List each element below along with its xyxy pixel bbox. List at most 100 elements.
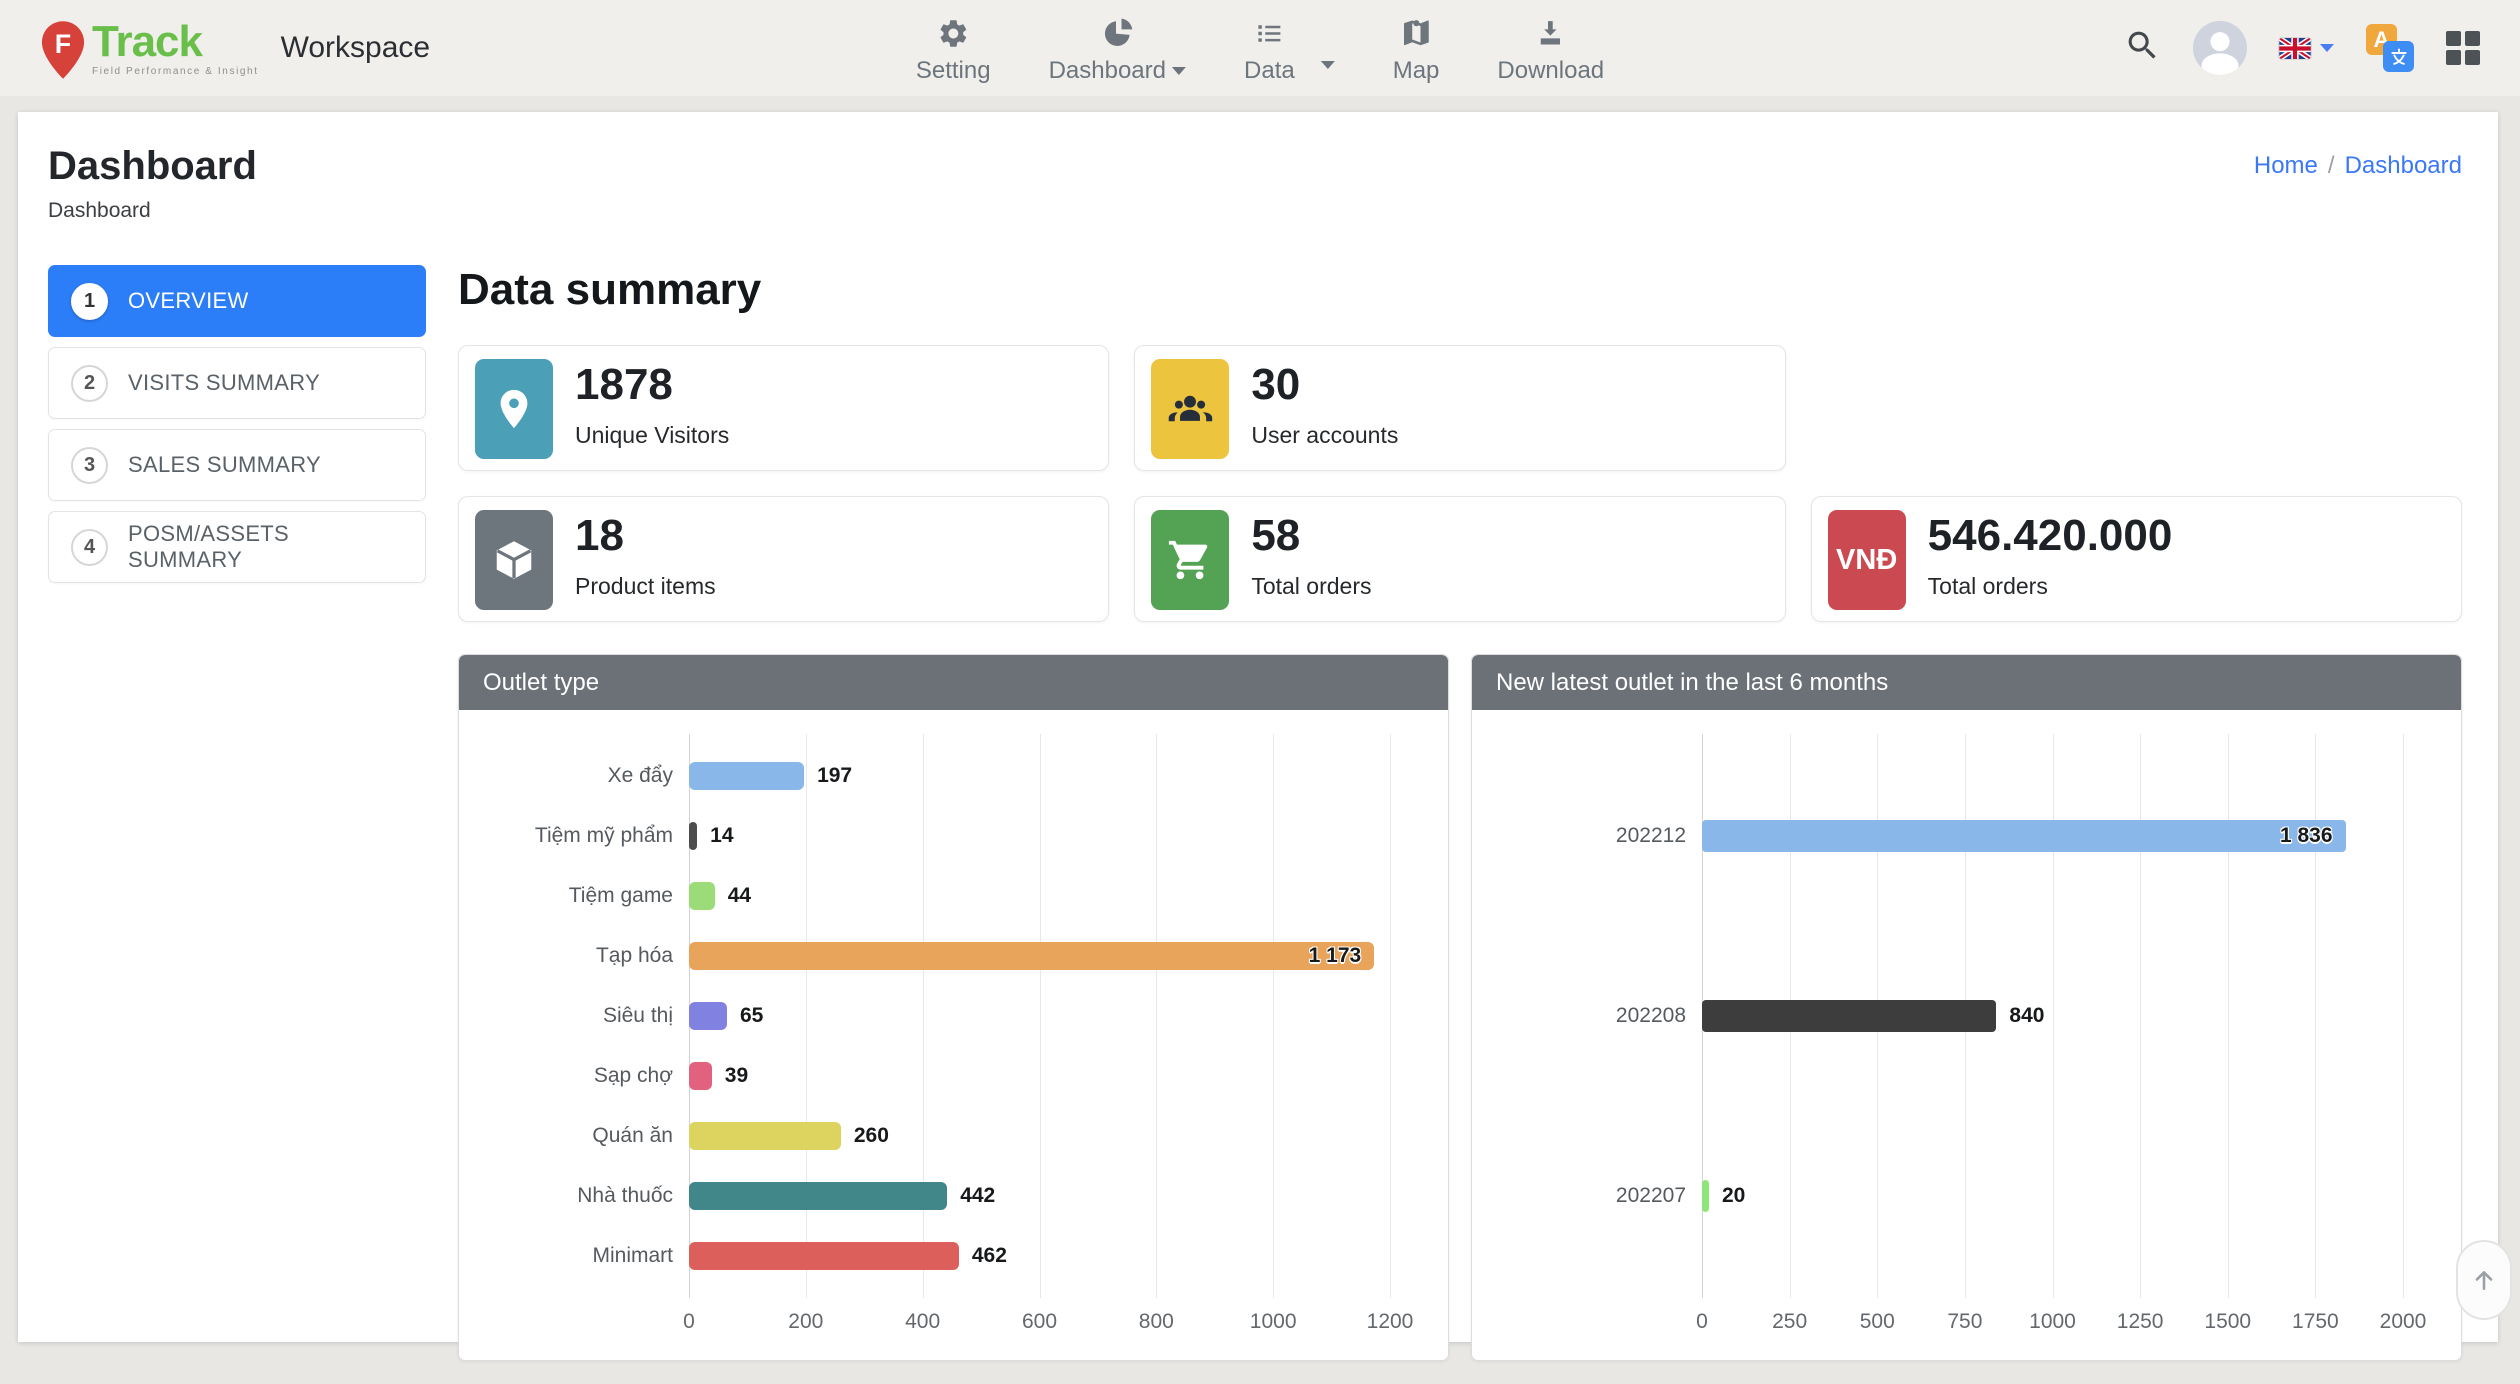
stat-value: 58: [1251, 514, 1371, 558]
arrow-up-icon: [2471, 1267, 2497, 1293]
bar-value-label: 14: [710, 824, 733, 848]
bar-Siêu thị[interactable]: 65: [689, 1002, 727, 1030]
chart-category-label: Minimart: [483, 1226, 673, 1286]
bar-202212[interactable]: 1 836: [1702, 820, 2346, 852]
search-icon[interactable]: [2124, 27, 2161, 69]
bar-value-label: 20: [1722, 1184, 1745, 1208]
chart-bar-row: 39: [689, 1046, 1390, 1106]
bar-Xe đẩy[interactable]: 197: [689, 762, 804, 790]
stat-label: Unique Visitors: [575, 422, 729, 449]
x-axis-tick-label: 600: [1022, 1310, 1057, 1334]
nav-item-download[interactable]: Download: [1497, 11, 1604, 85]
nav-label-map: Map: [1393, 57, 1440, 85]
x-axis-tick-label: 1000: [2029, 1310, 2076, 1334]
bar-value-label: 1 836: [2280, 824, 2333, 848]
data-dropdown-caret-icon[interactable]: [1321, 61, 1335, 69]
bar-value-label: 44: [728, 884, 751, 908]
download-icon: [1534, 17, 1567, 50]
bar-value-label: 840: [2009, 1004, 2044, 1028]
breadcrumb-home-link[interactable]: Home: [2254, 152, 2318, 179]
tab-sales-summary[interactable]: 3 SALES SUMMARY: [48, 429, 426, 501]
user-avatar[interactable]: [2193, 21, 2247, 75]
chart-category-label: 202207: [1496, 1106, 1686, 1286]
bar-202208[interactable]: 840: [1702, 1000, 1996, 1032]
panel-title: New latest outlet in the last 6 months: [1472, 655, 2461, 710]
chart-bar-row: 442: [689, 1166, 1390, 1226]
tab-label: POSM/ASSETS SUMMARY: [128, 521, 403, 573]
scroll-to-top-button[interactable]: [2456, 1240, 2512, 1320]
nav-item-setting[interactable]: Setting: [916, 11, 991, 85]
bar-202207[interactable]: 20: [1702, 1180, 1709, 1212]
x-axis-tick-label: 800: [1139, 1310, 1174, 1334]
tab-label: VISITS SUMMARY: [128, 370, 320, 396]
new-outlets-chart: 2022122022082022071 83684020025050075010…: [1472, 710, 2461, 1360]
main-nav: Setting Dashboard Data Map Download: [916, 0, 1604, 96]
x-axis-tick-label: 1500: [2204, 1310, 2251, 1334]
chart-category-label: Sạp chợ: [483, 1046, 673, 1106]
x-axis-tick-label: 1750: [2292, 1310, 2339, 1334]
bar-Tiệm game[interactable]: 44: [689, 882, 715, 910]
chart-bar-row: 1 173: [689, 926, 1390, 986]
bar-Tiệm mỹ phẩm[interactable]: 14: [689, 822, 697, 850]
tab-posm-assets-summary[interactable]: 4 POSM/ASSETS SUMMARY: [48, 511, 426, 583]
gridline: [1390, 734, 1391, 1298]
stat-card-unique-visitors: 1878 Unique Visitors: [458, 345, 1109, 471]
nav-item-data[interactable]: Data: [1244, 11, 1295, 85]
chart-category-label: 202208: [1496, 926, 1686, 1106]
stat-value: 1878: [575, 363, 729, 407]
tab-number-badge: 2: [71, 365, 108, 402]
tab-number-badge: 3: [71, 447, 108, 484]
x-axis: 020040060080010001200: [689, 1298, 1390, 1342]
tab-visits-summary[interactable]: 2 VISITS SUMMARY: [48, 347, 426, 419]
stat-card-total-orders: 58 Total orders: [1134, 496, 1785, 622]
x-axis-tick-label: 2000: [2380, 1310, 2427, 1334]
vnd-badge-icon: VNĐ: [1828, 510, 1906, 610]
page-content: Dashboard Dashboard Home/Dashboard 1 OVE…: [18, 112, 2498, 1342]
tab-overview[interactable]: 1 OVERVIEW: [48, 265, 426, 337]
chart-bar-row: 840: [1702, 926, 2403, 1106]
chart-category-label: 202212: [1496, 746, 1686, 926]
stat-label: Product items: [575, 573, 716, 600]
nav-item-map[interactable]: Map: [1393, 11, 1440, 85]
x-axis: 025050075010001250150017502000: [1702, 1298, 2403, 1342]
chart-category-label: Tiệm mỹ phẩm: [483, 806, 673, 866]
bar-Minimart[interactable]: 462: [689, 1242, 959, 1270]
location-pin-icon: [475, 359, 553, 459]
breadcrumb-current-link[interactable]: Dashboard: [2345, 152, 2462, 179]
page-title: Dashboard: [48, 144, 257, 189]
bar-value-label: 197: [817, 764, 852, 788]
bar-value-label: 39: [725, 1064, 748, 1088]
x-axis-tick-label: 250: [1772, 1310, 1807, 1334]
chevron-down-icon: [1172, 67, 1186, 75]
bar-Nhà thuốc[interactable]: 442: [689, 1182, 947, 1210]
logo-pin-icon: F: [40, 21, 86, 79]
bar-Sạp chợ[interactable]: 39: [689, 1062, 712, 1090]
tab-label: OVERVIEW: [128, 288, 249, 314]
apps-grid-icon[interactable]: [2446, 31, 2480, 65]
bar-Quán ăn[interactable]: 260: [689, 1122, 841, 1150]
nav-label-dashboard: Dashboard: [1049, 57, 1186, 85]
cart-icon: [1151, 510, 1229, 610]
chart-bar-row: 65: [689, 986, 1390, 1046]
chart-category-label: Nhà thuốc: [483, 1166, 673, 1226]
chart-category-label: Quán ăn: [483, 1106, 673, 1166]
stat-value: 546.420.000: [1928, 514, 2173, 558]
uk-flag-icon: [2279, 38, 2311, 59]
summary-tabs: 1 OVERVIEW 2 VISITS SUMMARY 3 SALES SUMM…: [48, 265, 426, 1361]
bar-value-label: 442: [960, 1184, 995, 1208]
nav-label-setting: Setting: [916, 57, 991, 85]
nav-item-dashboard[interactable]: Dashboard: [1049, 11, 1186, 85]
outlet-type-chart: Xe đẩyTiệm mỹ phẩmTiệm gameTạp hóaSiêu t…: [459, 710, 1448, 1360]
language-selector[interactable]: [2279, 38, 2334, 59]
outlet-type-chart-panel: Outlet type Xe đẩyTiệm mỹ phẩmTiệm gameT…: [458, 654, 1449, 1361]
stat-label: Total orders: [1251, 573, 1371, 600]
translate-icon[interactable]: A: [2366, 24, 2414, 72]
stat-value: 18: [575, 514, 716, 558]
bar-Tạp hóa[interactable]: 1 173: [689, 942, 1374, 970]
gear-icon: [937, 17, 970, 50]
chart-bar-row: 260: [689, 1106, 1390, 1166]
x-axis-tick-label: 500: [1860, 1310, 1895, 1334]
nav-label-download: Download: [1497, 57, 1604, 85]
stat-value: 30: [1251, 363, 1398, 407]
brand-logo[interactable]: F Track Field Performance & Insight: [40, 17, 259, 79]
